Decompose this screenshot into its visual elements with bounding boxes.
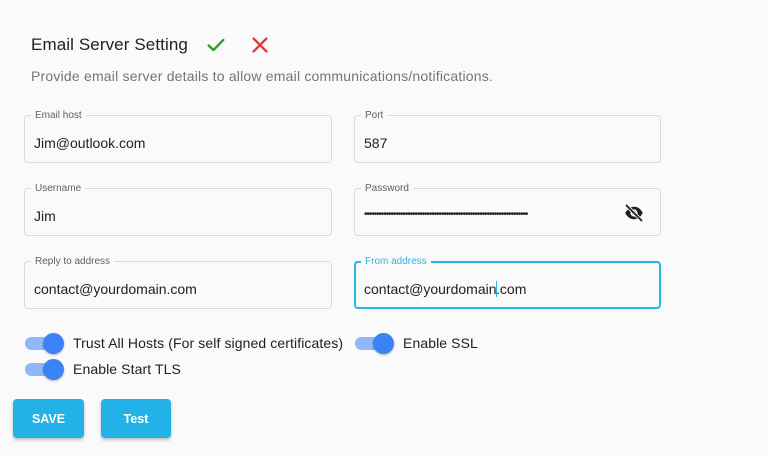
reply-to-input[interactable]: contact@yourdomain.com: [34, 281, 197, 297]
reply-to-field[interactable]: Reply to address contact@yourdomain.com: [24, 255, 332, 309]
username-field[interactable]: Username Jim: [24, 182, 332, 236]
enable-ssl-switch[interactable]: [354, 332, 394, 354]
port-input[interactable]: 587: [364, 135, 387, 151]
enable-start-tls-toggle-row: Enable Start TLS: [24, 358, 181, 380]
enable-start-tls-switch[interactable]: [24, 358, 64, 380]
from-address-input[interactable]: contact@yourdomain.com: [364, 281, 526, 297]
eye-off-icon[interactable]: [624, 203, 644, 223]
page-subtitle: Provide email server details to allow em…: [31, 68, 494, 84]
enable-start-tls-label: Enable Start TLS: [73, 361, 181, 377]
save-button[interactable]: SAVE: [13, 399, 84, 438]
switch-thumb: [43, 359, 64, 380]
trust-all-hosts-switch[interactable]: [24, 332, 64, 354]
username-label: Username: [31, 182, 86, 195]
password-input[interactable]: ••••••••••••••••••••••••••••••••••••••••…: [364, 209, 626, 221]
switch-thumb: [43, 333, 64, 354]
from-address-label: From address: [361, 255, 431, 268]
trust-all-hosts-label: Trust All Hosts (For self signed certifi…: [73, 335, 344, 351]
switch-thumb: [373, 333, 394, 354]
from-address-field[interactable]: From address contact@yourdomain.com: [354, 255, 661, 309]
port-field[interactable]: Port 587: [354, 109, 661, 163]
page-title: Email Server Setting: [31, 35, 188, 54]
password-label: Password: [361, 182, 413, 195]
from-address-text-before: contact@yourdomain: [364, 281, 497, 297]
email-host-label: Email host: [31, 109, 86, 122]
close-icon[interactable]: [249, 34, 271, 56]
from-address-text-after: .com: [496, 281, 527, 297]
username-input[interactable]: Jim: [34, 208, 56, 224]
enable-ssl-toggle-row: Enable SSL: [354, 332, 478, 354]
check-icon[interactable]: [205, 34, 227, 56]
enable-ssl-label: Enable SSL: [403, 335, 478, 351]
reply-to-label: Reply to address: [31, 255, 115, 268]
test-button[interactable]: Test: [101, 399, 171, 438]
password-field[interactable]: Password •••••••••••••••••••••••••••••••…: [354, 182, 661, 236]
port-label: Port: [361, 109, 388, 122]
email-host-input[interactable]: Jim@outlook.com: [34, 135, 145, 151]
trust-all-hosts-toggle-row: Trust All Hosts (For self signed certifi…: [24, 332, 343, 354]
email-host-field[interactable]: Email host Jim@outlook.com: [24, 109, 332, 163]
header: Email Server Setting: [31, 34, 271, 56]
